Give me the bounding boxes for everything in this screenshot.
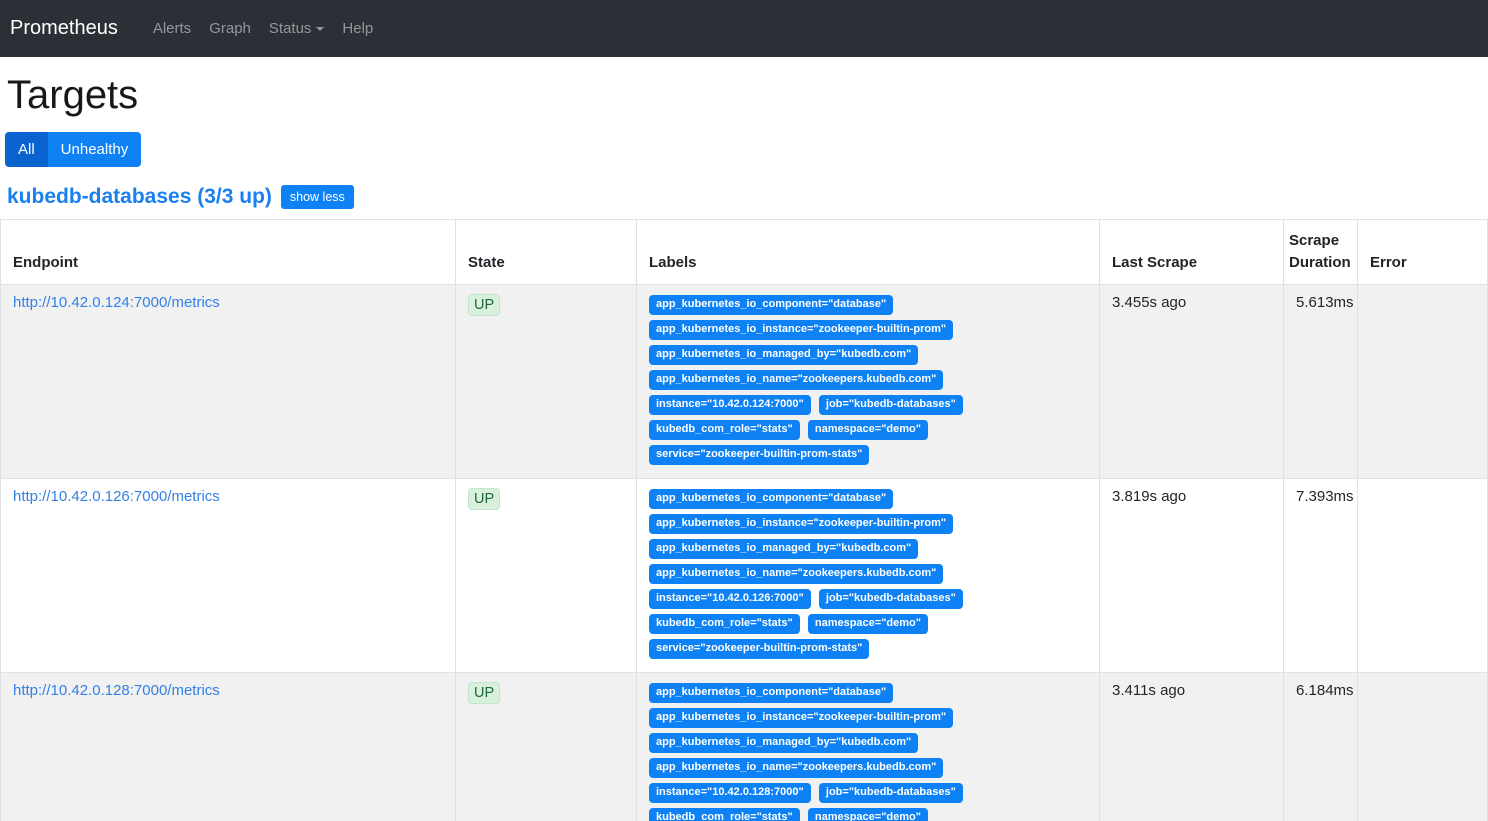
job-title[interactable]: kubedb-databases (3/3 up) (7, 185, 272, 209)
label-badge: app_kubernetes_io_component="database" (649, 683, 893, 703)
label-badge: kubedb_com_role="stats" (649, 420, 800, 440)
label-badge: app_kubernetes_io_instance="zookeeper-bu… (649, 708, 953, 728)
col-header-state: State (456, 220, 637, 285)
top-navbar: Prometheus Alerts Graph Status Help (0, 0, 1488, 57)
state-cell: UP (456, 672, 637, 821)
label-badge: service="zookeeper-builtin-prom-stats" (649, 445, 869, 465)
col-header-last-scrape: Last Scrape (1100, 220, 1284, 285)
endpoint-link[interactable]: http://10.42.0.128:7000/metrics (13, 682, 220, 699)
labels-cell: app_kubernetes_io_component="database" a… (637, 672, 1100, 821)
error-cell (1358, 478, 1488, 672)
endpoint-cell: http://10.42.0.126:7000/metrics (1, 478, 456, 672)
endpoint-link[interactable]: http://10.42.0.126:7000/metrics (13, 488, 220, 505)
show-less-button[interactable]: show less (281, 185, 354, 209)
last-scrape-cell: 3.455s ago (1100, 284, 1284, 478)
last-scrape-cell: 3.411s ago (1100, 672, 1284, 821)
col-header-scrape-duration: Scrape Duration (1284, 220, 1358, 285)
targets-table: Endpoint State Labels Last Scrape Scrape… (0, 219, 1488, 821)
label-badge: app_kubernetes_io_instance="zookeeper-bu… (649, 514, 953, 534)
nav-item-status-dropdown[interactable]: Status (260, 12, 334, 45)
status-badge: UP (468, 682, 500, 705)
filter-all-button[interactable]: All (5, 132, 48, 167)
error-cell (1358, 672, 1488, 821)
label-badge: app_kubernetes_io_component="database" (649, 295, 893, 315)
nav-item-help[interactable]: Help (333, 12, 382, 45)
state-cell: UP (456, 478, 637, 672)
col-header-endpoint: Endpoint (1, 220, 456, 285)
label-badge: instance="10.42.0.126:7000" (649, 589, 811, 609)
main-content: Targets All Unhealthy kubedb-databases (… (0, 73, 1488, 821)
col-header-error: Error (1358, 220, 1488, 285)
nav-item-status-label: Status (269, 20, 312, 37)
col-header-labels: Labels (637, 220, 1100, 285)
label-badge: app_kubernetes_io_managed_by="kubedb.com… (649, 345, 918, 365)
endpoint-cell: http://10.42.0.124:7000/metrics (1, 284, 456, 478)
label-badge: app_kubernetes_io_component="database" (649, 489, 893, 509)
status-badge: UP (468, 294, 500, 317)
brand-prometheus[interactable]: Prometheus (10, 17, 118, 40)
label-badge: kubedb_com_role="stats" (649, 808, 800, 821)
scrape-duration-cell: 6.184ms (1284, 672, 1358, 821)
error-cell (1358, 284, 1488, 478)
label-badge: kubedb_com_role="stats" (649, 614, 800, 634)
label-badge: instance="10.42.0.128:7000" (649, 783, 811, 803)
scrape-duration-cell: 7.393ms (1284, 478, 1358, 672)
label-badge: job="kubedb-databases" (819, 395, 963, 415)
table-row: http://10.42.0.126:7000/metrics UP app_k… (1, 478, 1488, 672)
last-scrape-cell: 3.819s ago (1100, 478, 1284, 672)
state-cell: UP (456, 284, 637, 478)
label-badge: service="zookeeper-builtin-prom-stats" (649, 639, 869, 659)
label-badge: job="kubedb-databases" (819, 589, 963, 609)
labels-cell: app_kubernetes_io_component="database" a… (637, 284, 1100, 478)
label-badge: app_kubernetes_io_managed_by="kubedb.com… (649, 539, 918, 559)
label-badge: app_kubernetes_io_name="zookeepers.kubed… (649, 758, 943, 778)
label-badge: namespace="demo" (808, 614, 928, 634)
label-badge: namespace="demo" (808, 808, 928, 821)
nav-item-graph[interactable]: Graph (200, 12, 260, 45)
label-badge: namespace="demo" (808, 420, 928, 440)
label-badge: app_kubernetes_io_name="zookeepers.kubed… (649, 370, 943, 390)
labels-cell: app_kubernetes_io_component="database" a… (637, 478, 1100, 672)
endpoint-link[interactable]: http://10.42.0.124:7000/metrics (13, 294, 220, 311)
label-badge: app_kubernetes_io_name="zookeepers.kubed… (649, 564, 943, 584)
label-badge: instance="10.42.0.124:7000" (649, 395, 811, 415)
page-title: Targets (0, 73, 1488, 118)
chevron-down-icon (316, 27, 324, 31)
job-header-row: kubedb-databases (3/3 up) show less (0, 185, 1488, 209)
endpoint-cell: http://10.42.0.128:7000/metrics (1, 672, 456, 821)
state-filter-group: All Unhealthy (5, 132, 141, 167)
nav-item-alerts[interactable]: Alerts (144, 12, 200, 45)
label-badge: app_kubernetes_io_managed_by="kubedb.com… (649, 733, 918, 753)
label-badge: app_kubernetes_io_instance="zookeeper-bu… (649, 320, 953, 340)
targets-table-header: Endpoint State Labels Last Scrape Scrape… (1, 220, 1488, 285)
scrape-duration-cell: 5.613ms (1284, 284, 1358, 478)
table-row: http://10.42.0.124:7000/metrics UP app_k… (1, 284, 1488, 478)
table-row: http://10.42.0.128:7000/metrics UP app_k… (1, 672, 1488, 821)
filter-unhealthy-button[interactable]: Unhealthy (48, 132, 142, 167)
status-badge: UP (468, 488, 500, 511)
label-badge: job="kubedb-databases" (819, 783, 963, 803)
